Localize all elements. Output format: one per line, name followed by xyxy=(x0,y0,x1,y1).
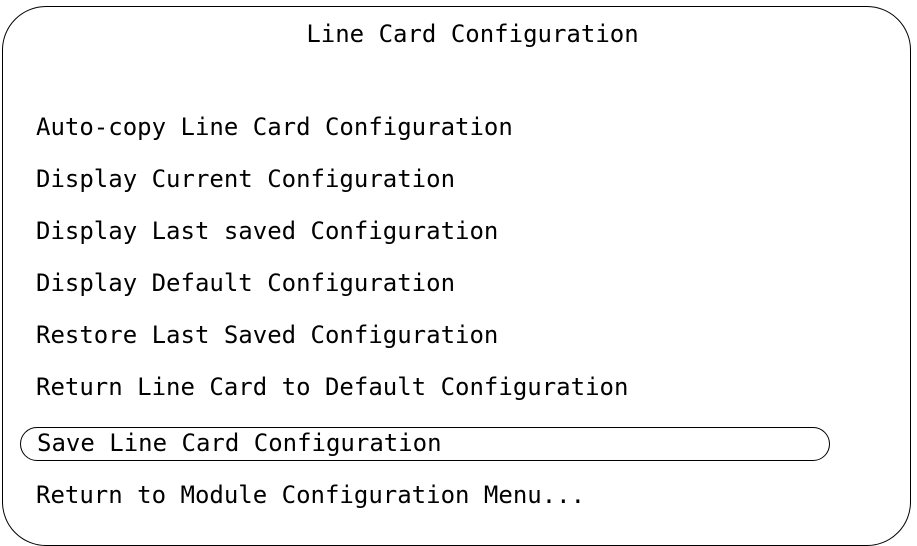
screen-title: Line Card Configuration xyxy=(306,20,639,48)
menu-item-display-current-configuration[interactable]: Display Current Configuration xyxy=(36,162,455,196)
menu-item-return-line-card-to-default-configuration[interactable]: Return Line Card to Default Configuratio… xyxy=(36,370,628,404)
menu-item-auto-copy-line-card-configuration[interactable]: Auto-copy Line Card Configuration xyxy=(36,110,513,144)
menu-item-display-last-saved-configuration[interactable]: Display Last saved Configuration xyxy=(36,214,498,248)
menu-item-save-line-card-configuration[interactable]: Save Line Card Configuration xyxy=(20,427,830,461)
menu-item-return-to-module-configuration-menu[interactable]: Return to Module Configuration Menu... xyxy=(36,478,585,512)
menu-item-restore-last-saved-configuration[interactable]: Restore Last Saved Configuration xyxy=(36,318,498,352)
menu-item-display-default-configuration[interactable]: Display Default Configuration xyxy=(36,266,455,300)
